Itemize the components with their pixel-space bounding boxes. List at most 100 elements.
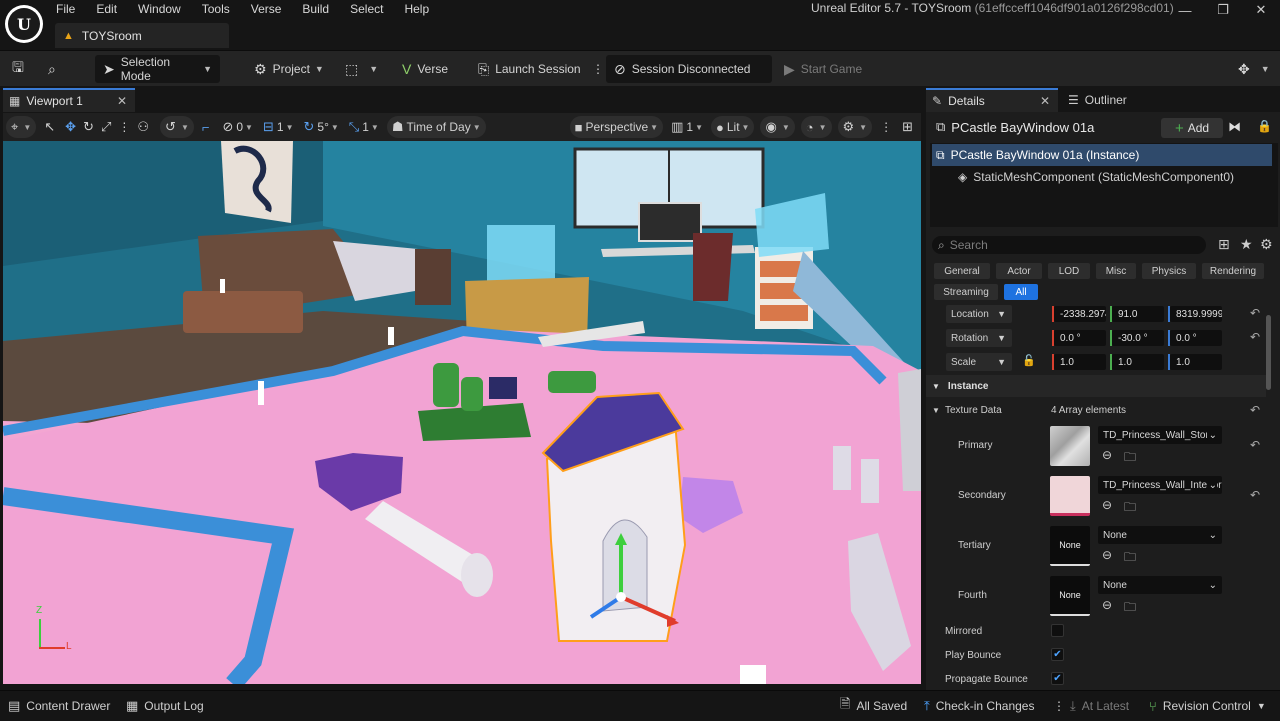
settings-button[interactable]: ✥ ▼ bbox=[1238, 55, 1270, 83]
add-component-button[interactable]: + Add bbox=[1161, 118, 1223, 138]
view-mode-dropdown[interactable]: ● Lit ▼ bbox=[711, 116, 755, 138]
translate-snap[interactable]: ⊘ 0 ▼ bbox=[217, 116, 258, 138]
use-selected-icon[interactable]: ⊖ bbox=[1102, 598, 1112, 612]
viewport-settings-dropdown[interactable]: ⚙ ▼ bbox=[837, 116, 873, 138]
propagate-bounce-checkbox[interactable]: ✔ bbox=[1051, 672, 1064, 685]
chevron-down-icon[interactable]: ▼ bbox=[932, 406, 940, 415]
verse-button[interactable]: V Verse bbox=[402, 55, 448, 83]
texture-asset-dropdown[interactable]: None ⌄ bbox=[1098, 526, 1222, 544]
scale-x-field[interactable]: 1.0 bbox=[1054, 354, 1106, 370]
viewport-more[interactable]: ⋮ bbox=[875, 116, 897, 138]
more-tools[interactable]: ⋮ bbox=[116, 116, 132, 138]
all-saved-status[interactable]: 🗎 All Saved bbox=[840, 691, 907, 721]
texture-thumbnail-pink[interactable] bbox=[1050, 476, 1090, 516]
close-icon[interactable]: ✕ bbox=[1040, 94, 1050, 108]
menu-edit[interactable]: Edit bbox=[96, 2, 117, 20]
browse-asset-icon[interactable]: 🗀 bbox=[1124, 598, 1136, 619]
category-actor[interactable]: Actor bbox=[996, 263, 1042, 279]
layout-button[interactable]: ⊞ bbox=[897, 116, 921, 138]
details-search[interactable]: ⌕ bbox=[932, 236, 1206, 254]
viewport-scene[interactable]: Z L bbox=[3, 141, 921, 684]
selection-mode-dropdown[interactable]: ➤ Selection Mode ▼ bbox=[95, 55, 220, 83]
select-tool[interactable]: ↖ bbox=[39, 116, 63, 138]
category-misc[interactable]: Misc bbox=[1096, 263, 1136, 279]
show-dropdown[interactable]: ◉ ▼ bbox=[760, 116, 795, 138]
scale-y-field[interactable]: 1.0 bbox=[1112, 354, 1164, 370]
coord-space[interactable]: ⚇ bbox=[132, 116, 157, 138]
gear-icon[interactable]: ⚙ bbox=[1260, 236, 1273, 253]
time-of-day-dropdown[interactable]: ☗ Time of Day ▼ bbox=[386, 116, 486, 138]
menu-window[interactable]: Window bbox=[138, 2, 181, 20]
lock-icon[interactable]: 🔒 bbox=[1257, 119, 1272, 133]
rotate-tool[interactable]: ↻ bbox=[81, 116, 99, 138]
outliner-tab[interactable]: ☰ Outliner bbox=[1064, 88, 1127, 112]
browse-asset-icon[interactable]: 🗀 bbox=[1124, 498, 1136, 519]
texture-asset-dropdown[interactable]: TD_Princess_Wall_Interior ⌄ bbox=[1098, 476, 1222, 494]
texture-asset-dropdown[interactable]: TD_Princess_Wall_Stone ⌄ bbox=[1098, 426, 1222, 444]
revision-control-button[interactable]: ⑂ Revision Control ▼ bbox=[1149, 691, 1266, 721]
camera-speed[interactable]: ▥ 1 ▼ bbox=[666, 116, 708, 138]
close-window-icon[interactable]: ✕ bbox=[1242, 0, 1280, 20]
rotation-x-field[interactable]: 0.0 ° bbox=[1054, 330, 1106, 346]
menu-build[interactable]: Build bbox=[302, 2, 329, 20]
location-x-field[interactable]: -2338.2974 bbox=[1054, 306, 1106, 322]
viewport-tab[interactable]: ▦ Viewport 1 ✕ bbox=[3, 88, 135, 112]
surface-snap[interactable]: ↺ ▼ bbox=[160, 116, 194, 138]
reset-icon[interactable]: ↶ bbox=[1250, 438, 1260, 452]
scale-snap[interactable]: ⤡ 1 ▼ bbox=[344, 116, 384, 138]
rotation-y-field[interactable]: -30.0 ° bbox=[1112, 330, 1164, 346]
play-bounce-checkbox[interactable]: ✔ bbox=[1051, 648, 1064, 661]
menu-select[interactable]: Select bbox=[350, 2, 383, 20]
translate-tool[interactable]: ✥ bbox=[63, 116, 81, 138]
unreal-logo-icon[interactable]: U bbox=[5, 5, 43, 43]
category-general[interactable]: General bbox=[934, 263, 990, 279]
transform-menu[interactable]: ⌖ ▼ bbox=[6, 116, 37, 138]
table-view-icon[interactable]: ⊞ bbox=[1218, 236, 1230, 253]
menu-verse[interactable]: Verse bbox=[251, 2, 282, 20]
menu-help[interactable]: Help bbox=[404, 2, 429, 20]
output-log-button[interactable]: ▦ Output Log bbox=[126, 691, 204, 721]
texture-asset-dropdown[interactable]: None ⌄ bbox=[1098, 576, 1222, 594]
restore-icon[interactable]: ❐ bbox=[1204, 0, 1242, 20]
use-selected-icon[interactable]: ⊖ bbox=[1102, 548, 1112, 562]
mirrored-checkbox[interactable] bbox=[1051, 624, 1064, 637]
browse-asset-icon[interactable]: 🗀 bbox=[1124, 448, 1136, 469]
close-icon[interactable]: ✕ bbox=[117, 94, 127, 108]
statusbar-more[interactable]: ⋮ bbox=[1053, 691, 1065, 721]
check-in-button[interactable]: ⤒ Check-in Changes bbox=[924, 691, 1034, 721]
category-rendering[interactable]: Rendering bbox=[1202, 263, 1264, 279]
use-selected-icon[interactable]: ⊖ bbox=[1102, 448, 1112, 462]
search-input[interactable] bbox=[949, 238, 1190, 252]
use-selected-icon[interactable]: ⊖ bbox=[1102, 498, 1112, 512]
menu-file[interactable]: File bbox=[56, 2, 75, 20]
save-button[interactable]: 🖫 bbox=[12, 55, 30, 83]
map-tab[interactable]: ▲ TOYSroom bbox=[55, 23, 229, 48]
favorites-star-icon[interactable]: ★ bbox=[1240, 236, 1253, 253]
reset-icon[interactable]: ↶ bbox=[1250, 330, 1260, 344]
texture-thumbnail-none[interactable]: None bbox=[1050, 526, 1090, 566]
location-z-field[interactable]: 8319.99999 bbox=[1170, 306, 1222, 322]
reset-icon[interactable]: ↶ bbox=[1250, 488, 1260, 502]
category-all[interactable]: All bbox=[1004, 284, 1038, 300]
location-dropdown[interactable]: Location ▼ bbox=[946, 305, 1012, 323]
scale-tool[interactable]: ⤢ bbox=[99, 116, 116, 138]
project-dropdown[interactable]: ⚙ Project ▼ bbox=[254, 55, 324, 83]
component-row-mesh[interactable]: ◈ StaticMeshComponent (StaticMeshCompone… bbox=[932, 166, 1272, 188]
texture-thumbnail-stone[interactable] bbox=[1050, 426, 1090, 466]
details-tab[interactable]: ✎ Details ✕ bbox=[926, 88, 1058, 112]
add-content-dropdown[interactable]: ⬚ ▼ bbox=[345, 55, 378, 83]
scale-dropdown[interactable]: Scale ▼ bbox=[946, 353, 1012, 371]
category-lod[interactable]: LOD bbox=[1048, 263, 1090, 279]
component-row-instance[interactable]: ⧉ PCastle BayWindow 01a (Instance) bbox=[932, 144, 1272, 166]
browse-button[interactable]: ⌕ bbox=[48, 55, 62, 83]
browse-asset-icon[interactable]: 🗀 bbox=[1124, 548, 1136, 569]
category-physics[interactable]: Physics bbox=[1142, 263, 1196, 279]
launch-session-button[interactable]: ⎘ Launch Session bbox=[478, 55, 581, 83]
rotate-snap[interactable]: ↻ 5° ▼ bbox=[298, 116, 343, 138]
start-game-button[interactable]: ▶ Start Game bbox=[784, 55, 862, 83]
details-scrollbar[interactable] bbox=[1266, 315, 1271, 390]
location-y-field[interactable]: 91.0 bbox=[1112, 306, 1164, 322]
rotation-z-field[interactable]: 0.0 ° bbox=[1170, 330, 1222, 346]
grid-snap[interactable]: ⊟ 1 ▼ bbox=[258, 116, 299, 138]
performance-dropdown[interactable]: ◔ ▼ bbox=[800, 116, 832, 138]
